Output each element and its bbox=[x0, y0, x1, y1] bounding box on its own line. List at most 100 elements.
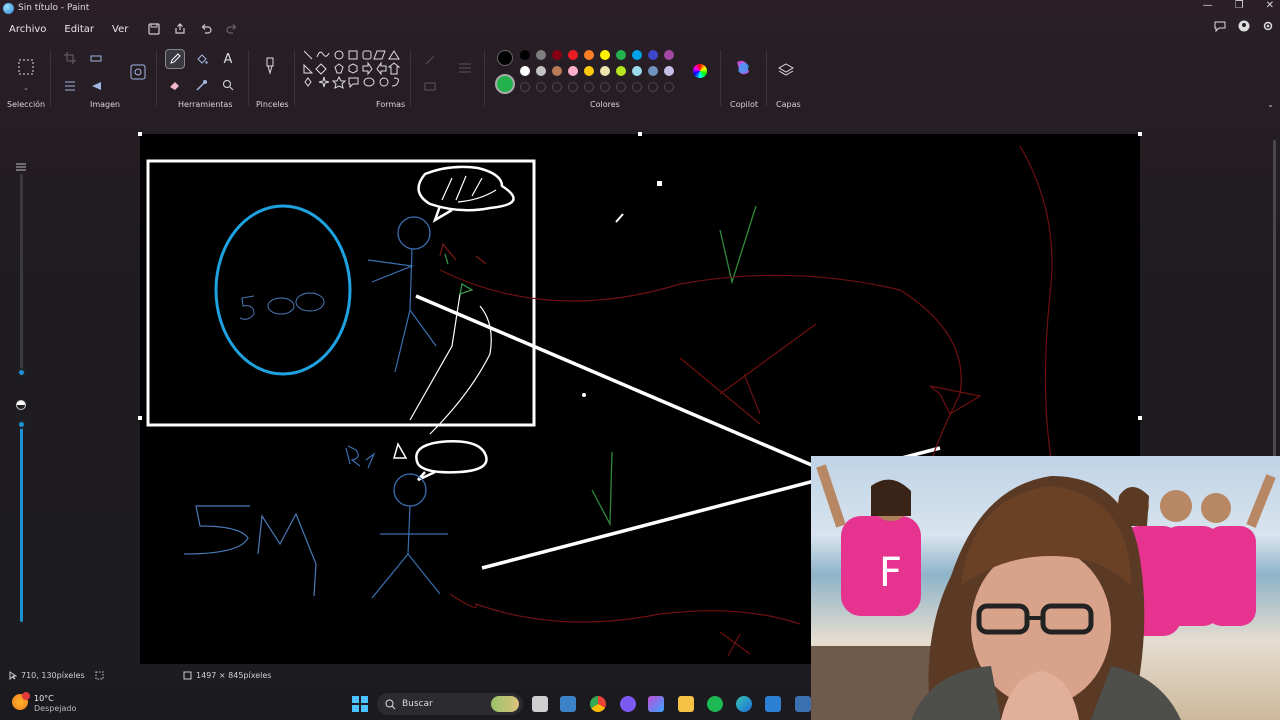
canvas-resize-handle[interactable] bbox=[1138, 132, 1142, 136]
color-swatch[interactable] bbox=[536, 66, 546, 76]
opacity-track[interactable] bbox=[20, 420, 23, 622]
layers-icon[interactable] bbox=[777, 62, 795, 76]
brush-icon[interactable] bbox=[260, 56, 280, 76]
shape-outline-icon[interactable] bbox=[420, 50, 440, 70]
custom-color-slot[interactable] bbox=[632, 82, 642, 92]
selection-dropdown-icon[interactable]: ⌄ bbox=[16, 78, 36, 98]
menu-archivo[interactable]: Archivo bbox=[0, 24, 55, 35]
maximize-button[interactable]: ❐ bbox=[1235, 0, 1244, 11]
color-swatch[interactable] bbox=[632, 66, 642, 76]
start-button-icon[interactable] bbox=[352, 696, 368, 712]
edge-icon[interactable] bbox=[736, 696, 752, 712]
settings-icon[interactable] bbox=[1262, 20, 1274, 35]
share-icon[interactable] bbox=[171, 20, 189, 38]
eraser-tool-icon[interactable] bbox=[165, 75, 185, 95]
taskbar-app-icon[interactable] bbox=[560, 696, 576, 712]
search-highlight-icon bbox=[491, 696, 519, 712]
save-icon[interactable] bbox=[145, 20, 163, 38]
custom-color-slot[interactable] bbox=[536, 82, 546, 92]
task-view-icon[interactable] bbox=[532, 696, 548, 712]
pencil-tool-icon[interactable] bbox=[165, 49, 185, 69]
separator bbox=[720, 50, 721, 106]
account-icon[interactable] bbox=[1238, 20, 1250, 35]
color-swatch[interactable] bbox=[664, 50, 674, 60]
flip-icon[interactable] bbox=[86, 76, 106, 96]
color-swatch[interactable] bbox=[664, 66, 674, 76]
custom-color-slot[interactable] bbox=[600, 82, 610, 92]
menu-bar: Archivo Editar Ver bbox=[0, 18, 241, 40]
secondary-color-swatch[interactable] bbox=[495, 74, 515, 94]
ribbon-collapse-icon[interactable]: ⌄ bbox=[1267, 100, 1274, 109]
custom-color-slot[interactable] bbox=[664, 82, 674, 92]
chrome-icon[interactable] bbox=[590, 696, 606, 712]
cursor-position: 710, 130píxeles bbox=[21, 671, 85, 680]
webcam-overlay: F bbox=[811, 456, 1280, 720]
cursor-position-icon bbox=[9, 671, 18, 682]
spotify-icon[interactable] bbox=[707, 696, 723, 712]
color-swatch[interactable] bbox=[616, 50, 626, 60]
custom-color-slot[interactable] bbox=[520, 82, 530, 92]
custom-color-slot[interactable] bbox=[552, 82, 562, 92]
color-swatch[interactable] bbox=[568, 50, 578, 60]
file-explorer-icon[interactable] bbox=[678, 696, 694, 712]
color-swatch[interactable] bbox=[552, 50, 562, 60]
weather-temp[interactable]: 10°C bbox=[34, 694, 54, 703]
custom-color-slot[interactable] bbox=[568, 82, 578, 92]
color-swatch[interactable] bbox=[648, 50, 658, 60]
fill-tool-icon[interactable] bbox=[192, 49, 212, 69]
undo-icon[interactable] bbox=[197, 20, 215, 38]
primary-color-swatch[interactable] bbox=[497, 50, 513, 66]
taskbar-search[interactable]: Buscar bbox=[377, 693, 523, 715]
color-swatch[interactable] bbox=[520, 50, 530, 60]
selection-tool-icon[interactable] bbox=[15, 56, 37, 78]
opacity-slider-thumb[interactable] bbox=[17, 420, 26, 429]
menu-editar[interactable]: Editar bbox=[55, 24, 103, 35]
copilot-icon[interactable] bbox=[734, 60, 752, 76]
search-icon bbox=[385, 695, 396, 714]
discord-icon[interactable] bbox=[620, 696, 636, 712]
resize-icon[interactable] bbox=[86, 48, 106, 68]
text-tool-icon[interactable]: A bbox=[218, 49, 238, 69]
color-swatch[interactable] bbox=[600, 50, 610, 60]
color-swatch[interactable] bbox=[584, 50, 594, 60]
group-label-tools: Herramientas bbox=[178, 100, 233, 109]
color-swatch[interactable] bbox=[648, 66, 658, 76]
crop-icon[interactable] bbox=[60, 48, 80, 68]
canvas-resize-handle[interactable] bbox=[1138, 416, 1142, 420]
shapes-gallery[interactable] bbox=[302, 49, 406, 99]
minimize-button[interactable]: — bbox=[1203, 0, 1213, 11]
canvas-resize-handle[interactable] bbox=[638, 132, 642, 136]
shape-fill-icon[interactable] bbox=[420, 76, 440, 96]
color-swatch[interactable] bbox=[536, 50, 546, 60]
background-remove-icon[interactable] bbox=[60, 76, 80, 96]
color-swatch[interactable] bbox=[568, 66, 578, 76]
redo-icon[interactable] bbox=[223, 20, 241, 38]
mail-icon[interactable] bbox=[765, 696, 781, 712]
line-size-icon[interactable] bbox=[455, 58, 475, 78]
paint-taskbar-icon[interactable] bbox=[795, 696, 811, 712]
feedback-icon[interactable] bbox=[1214, 20, 1226, 35]
color-swatch[interactable] bbox=[552, 66, 562, 76]
canvas-resize-handle[interactable] bbox=[138, 416, 142, 420]
paint-app: Sin título - Paint — ❐ ✕ Archivo Editar … bbox=[0, 0, 1280, 720]
color-picker-icon[interactable] bbox=[192, 75, 212, 95]
color-swatch[interactable] bbox=[632, 50, 642, 60]
edit-colors-icon[interactable] bbox=[693, 64, 707, 78]
color-swatch[interactable] bbox=[584, 66, 594, 76]
color-swatch[interactable] bbox=[600, 66, 610, 76]
image-select-icon[interactable] bbox=[128, 62, 148, 82]
color-swatch[interactable] bbox=[520, 66, 530, 76]
custom-color-slot[interactable] bbox=[584, 82, 594, 92]
copilot-taskbar-icon[interactable] bbox=[648, 696, 664, 712]
magnifier-icon[interactable] bbox=[218, 75, 238, 95]
brush-size-slider-thumb[interactable] bbox=[17, 368, 26, 377]
color-swatch[interactable] bbox=[616, 66, 626, 76]
group-label-image: Imagen bbox=[90, 100, 121, 109]
custom-color-slot[interactable] bbox=[648, 82, 658, 92]
brush-size-track[interactable] bbox=[20, 174, 23, 370]
menu-ver[interactable]: Ver bbox=[103, 24, 137, 35]
canvas-resize-handle[interactable] bbox=[138, 132, 142, 136]
custom-color-slot[interactable] bbox=[616, 82, 626, 92]
weather-desc[interactable]: Despejado bbox=[34, 704, 76, 713]
close-button[interactable]: ✕ bbox=[1266, 0, 1274, 11]
